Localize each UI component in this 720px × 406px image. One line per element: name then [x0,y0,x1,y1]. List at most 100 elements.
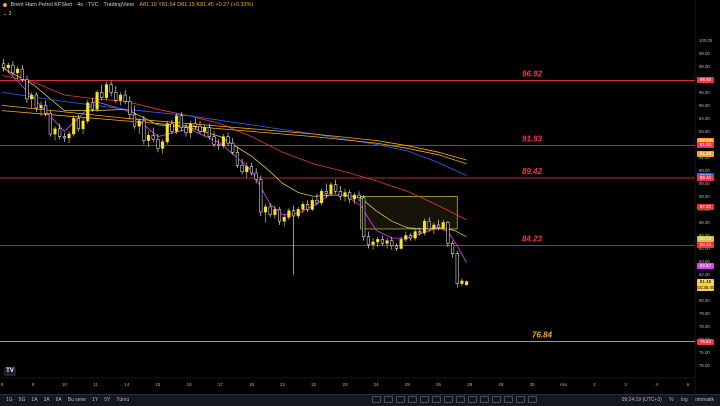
candle-body [221,136,225,146]
y-tick-label: 79.00 [699,311,710,316]
candle-body [165,123,169,143]
candle-body [357,194,361,198]
range-button-3a[interactable]: 3A [43,397,49,403]
chart-title[interactable]: Brent Ham Petrol KFSleri · 4s · TVC · Tr… [11,2,134,8]
candle-body [422,220,427,234]
y-tick-label: 86.00 [699,220,710,225]
candle-body [81,120,85,130]
price-badge: 84.23 [697,242,714,249]
range-button-tümü[interactable]: Tümü [116,397,129,403]
candle-body [161,141,165,149]
candle-body [118,94,123,101]
x-tick-label: 23 [342,382,348,387]
candle-body [86,102,90,122]
candle-body [193,123,197,127]
candle-body [282,217,286,222]
candle-body [460,280,464,284]
measure-tool-icon[interactable] [444,396,453,403]
range-button-1g[interactable]: 1G [6,397,13,403]
trash-tool-icon[interactable] [528,396,537,403]
x-tick-label: 6 [687,382,690,387]
candle-body [184,127,188,133]
candle-body [404,235,408,240]
y-tick-label: 76.00 [699,350,710,355]
candle-body [2,63,6,68]
candle-body [128,101,132,115]
cursor-tool-icon[interactable] [372,396,381,403]
candle-body [301,204,305,210]
price-badge: 82.67 [697,262,714,269]
current-price-badge: 81.45 03:35:40 [697,278,715,291]
candle-body [44,105,48,114]
status-right: 09:24:19 (UTC+3) % log otomatik [616,397,714,403]
eye-tool-icon[interactable] [516,396,525,403]
range-button-5g[interactable]: 5G [19,397,26,403]
tradingview-logo[interactable]: TV [4,367,16,376]
x-tick-label: 29 [498,382,504,387]
candle-body [259,179,263,213]
range-button-5y[interactable]: 5Y [104,397,110,403]
percent-toggle[interactable]: % [669,397,673,403]
range-button-1y[interactable]: 1Y [92,397,98,403]
y-tick-label: 93.00 [699,129,710,134]
range-selector: 1G 5G 1A 3A 6A Bu sene 1Y 5Y Tümü [6,397,135,403]
x-tick-label: 18 [249,382,255,387]
brush-tool-icon[interactable] [408,396,417,403]
candle-body [362,197,366,238]
candle-body [217,144,221,146]
bar-countdown: 03:35:40 [697,284,715,290]
candle-body [207,127,211,137]
range-button-6a[interactable]: 6A [56,397,62,403]
candle-body [329,184,333,195]
zoom-tool-icon[interactable] [480,396,489,403]
candle-body [394,245,398,249]
candle-body [287,210,291,218]
trendline-tool-icon[interactable] [384,396,393,403]
price-badge: 91.28 [697,150,714,157]
candle-body [296,209,300,217]
icon-tool-icon[interactable] [456,396,465,403]
symbol-status-icon [3,2,7,7]
candle-body [277,209,282,222]
range-button-bu-sene[interactable]: Bu sene [68,397,86,403]
pattern-tool-icon[interactable] [432,396,441,403]
lock-tool-icon[interactable] [504,396,513,403]
y-tick-label: 89.00 [699,181,710,186]
candle-body [170,123,174,132]
log-toggle[interactable]: log [681,397,688,403]
fib-tool-icon[interactable] [396,396,405,403]
candle-body [334,184,338,192]
ruler-tool-icon[interactable] [468,396,477,403]
candle-body [310,200,314,210]
auto-toggle[interactable]: otomatik [695,397,714,403]
candle-body [292,210,296,217]
price-badge: 76.84 [697,338,714,345]
x-tick-label: 22 [311,382,317,387]
price-chart[interactable]: 100.0099.0098.0097.0096.0095.0094.0093.0… [0,0,720,405]
x-tick-label: 4 [656,382,659,387]
x-tick-label: 8 [1,382,4,387]
bottom-toolbar: 1G 5G 1A 3A 6A Bu sene 1Y 5Y Tümü 09:24:19 (UTC+… [0,394,720,406]
candle-body [273,209,277,215]
candle-body [53,128,57,135]
range-button-1a[interactable]: 1A [31,397,37,403]
candle-body [385,240,389,244]
candle-body [62,136,66,139]
candle-body [179,115,183,128]
candle-body [413,231,417,239]
x-tick-label: 28 [467,382,473,387]
x-tick-label: 21 [280,382,286,387]
magnet-tool-icon[interactable] [492,396,501,403]
clock-readout: 09:24:19 (UTC+3) [621,397,662,403]
drawing-tools [372,396,540,405]
x-tick-label: 9 [32,382,35,387]
candle-body [315,200,319,204]
text-tool-icon[interactable] [420,396,429,403]
candle-body [30,94,34,100]
candle-body [235,151,239,166]
y-tick-label: 75.00 [699,363,710,368]
candle-body [446,222,450,244]
candle-body [76,118,80,130]
ema-line-fast [1,64,467,263]
indicator-collapse-button[interactable]: ⌄ 3 [3,11,11,17]
